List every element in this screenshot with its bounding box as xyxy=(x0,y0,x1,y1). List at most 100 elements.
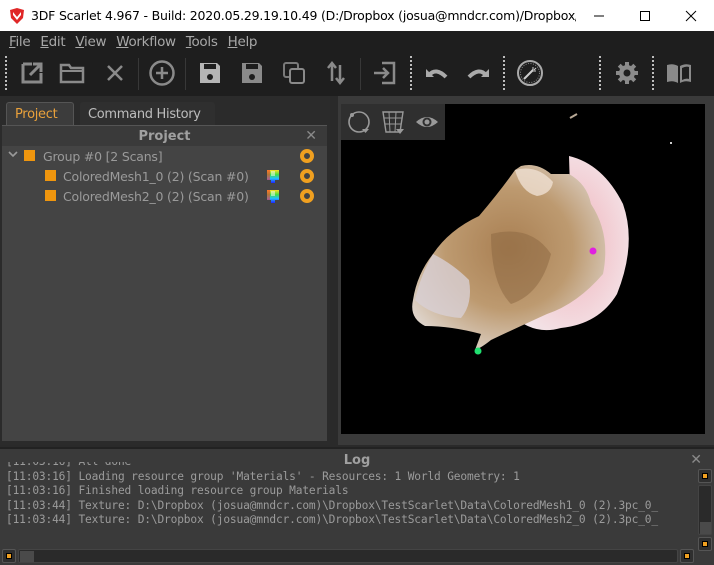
undo-button[interactable] xyxy=(420,56,452,90)
title-bar: 3DF Scarlet 4.967 - Build: 2020.05.29.19… xyxy=(0,0,714,31)
scarlet-logo-icon xyxy=(10,7,24,24)
colored-mesh-icon xyxy=(267,190,279,203)
menu-file-label: ile xyxy=(15,33,31,50)
visibility-icon[interactable] xyxy=(414,109,440,135)
maximize-button[interactable] xyxy=(622,0,668,31)
close-icon xyxy=(685,10,697,21)
save-as-button[interactable] xyxy=(236,56,268,90)
vertical-scroll-track[interactable] xyxy=(698,485,712,535)
toolbar-separator xyxy=(599,56,601,92)
viewport-toolbar xyxy=(341,104,445,140)
menu-tools-label: ools xyxy=(191,33,218,50)
menu-tools[interactable]: Tools xyxy=(181,34,223,50)
add-icon xyxy=(149,60,175,86)
undo-icon xyxy=(426,69,448,79)
minimize-button[interactable] xyxy=(576,0,622,31)
save-button[interactable] xyxy=(194,56,226,90)
vertical-scroll-thumb[interactable] xyxy=(700,522,711,534)
panel-close-icon[interactable]: ✕ xyxy=(305,127,317,144)
menu-view-mnemonic: V xyxy=(75,33,84,50)
duplicate-button[interactable] xyxy=(278,56,310,90)
toolbar-handle[interactable] xyxy=(5,56,7,92)
panel-tabs: Project Command History xyxy=(0,96,330,126)
scan-label: ColoredMesh2_0 (2) (Scan #0) xyxy=(63,188,249,204)
toolbar-separator xyxy=(652,56,654,92)
menu-edit-label: dit xyxy=(48,33,66,50)
toolbar-separator xyxy=(503,56,505,92)
open-project-button[interactable] xyxy=(56,56,88,90)
close-project-icon xyxy=(107,65,123,81)
toolbar-separator xyxy=(185,58,186,90)
scroll-right-button[interactable] xyxy=(680,549,694,563)
horizontal-scroll-thumb[interactable] xyxy=(20,551,34,562)
panel-splitter[interactable] xyxy=(330,96,338,445)
redo-button[interactable] xyxy=(463,56,495,90)
save-as-icon xyxy=(242,63,262,83)
orbit-icon[interactable] xyxy=(346,109,372,135)
scroll-up-button[interactable] xyxy=(698,469,712,483)
sort-icon xyxy=(327,60,345,86)
menu-help[interactable]: Help xyxy=(223,34,263,50)
tab-command-history[interactable]: Command History xyxy=(80,102,215,126)
scan-color-swatch xyxy=(45,170,56,181)
scan-visibility-toggle[interactable] xyxy=(300,169,314,183)
colored-mesh-icon xyxy=(267,170,279,183)
wizard-button[interactable] xyxy=(514,56,546,90)
tree-scan-row[interactable]: ColoredMesh2_0 (2) (Scan #0) xyxy=(2,186,327,206)
menu-view-label: iew xyxy=(84,33,107,50)
sort-button[interactable] xyxy=(320,56,352,90)
scroll-left-button[interactable] xyxy=(2,549,16,563)
project-tree-panel: Project ✕ Group #0 [2 Scans] ColoredMesh… xyxy=(2,125,327,441)
clipping-box-icon[interactable] xyxy=(380,109,406,135)
settings-button[interactable] xyxy=(611,56,643,90)
window-title: 3DF Scarlet 4.967 - Build: 2020.05.29.19… xyxy=(31,8,576,23)
import-button[interactable] xyxy=(368,56,400,90)
scan-visibility-toggle[interactable] xyxy=(300,189,314,203)
menu-edit-mnemonic: E xyxy=(40,33,49,50)
add-button[interactable] xyxy=(146,56,178,90)
app-window: 3DF Scarlet 4.967 - Build: 2020.05.29.19… xyxy=(0,0,714,565)
group-label: Group #0 [2 Scans] xyxy=(43,148,163,164)
scan-label: ColoredMesh1_0 (2) (Scan #0) xyxy=(63,168,249,184)
redo-icon xyxy=(467,69,489,79)
mesh-render xyxy=(412,113,672,355)
log-line: [11:03:16] Loading resource group 'Mater… xyxy=(6,469,520,483)
3d-viewport[interactable] xyxy=(341,104,705,434)
manual-button[interactable] xyxy=(663,56,695,90)
settings-icon xyxy=(616,62,638,84)
horizontal-scroll-track[interactable] xyxy=(18,549,678,563)
tree-scan-row[interactable]: ColoredMesh1_0 (2) (Scan #0) xyxy=(2,166,327,186)
log-vertical-scrollbar[interactable] xyxy=(698,469,712,551)
menu-help-label: elp xyxy=(237,33,258,50)
menu-view[interactable]: View xyxy=(70,34,111,50)
tab-project[interactable]: Project xyxy=(6,102,74,126)
panel-title: Project xyxy=(138,128,191,144)
manual-icon xyxy=(667,64,691,83)
menu-edit[interactable]: Edit xyxy=(35,34,70,50)
log-line: [11:03:44] Texture: D:\Dropbox (josua@mn… xyxy=(6,498,658,512)
open-folder-icon xyxy=(59,63,85,84)
main-toolbar xyxy=(0,52,714,96)
tree-group-row[interactable]: Group #0 [2 Scans] xyxy=(2,146,327,166)
log-output: [11:03:16] All done [11:03:16] Loading r… xyxy=(6,462,696,548)
menu-help-mnemonic: H xyxy=(227,33,238,50)
menu-workflow[interactable]: Workflow xyxy=(111,34,181,50)
stray-point xyxy=(569,113,578,119)
magenta-control-point[interactable] xyxy=(589,247,597,255)
scroll-down-button[interactable] xyxy=(698,537,712,551)
chevron-down-icon[interactable] xyxy=(8,149,18,159)
log-line: [11:03:16] All done xyxy=(6,462,696,470)
log-horizontal-scrollbar[interactable] xyxy=(2,549,696,563)
menu-workflow-mnemonic: W xyxy=(116,33,129,50)
new-project-button[interactable] xyxy=(16,56,48,90)
project-panel: Project Command History Project ✕ Group … xyxy=(0,96,330,445)
close-project-button[interactable] xyxy=(99,56,131,90)
wizard-icon xyxy=(517,60,543,86)
group-visibility-toggle[interactable] xyxy=(300,149,314,163)
menu-file[interactable]: File xyxy=(4,34,35,50)
close-button[interactable] xyxy=(668,0,714,31)
scan-color-swatch xyxy=(45,190,56,201)
panel-header: Project ✕ xyxy=(2,126,327,146)
group-color-swatch xyxy=(24,150,35,161)
green-control-point[interactable] xyxy=(474,347,482,355)
